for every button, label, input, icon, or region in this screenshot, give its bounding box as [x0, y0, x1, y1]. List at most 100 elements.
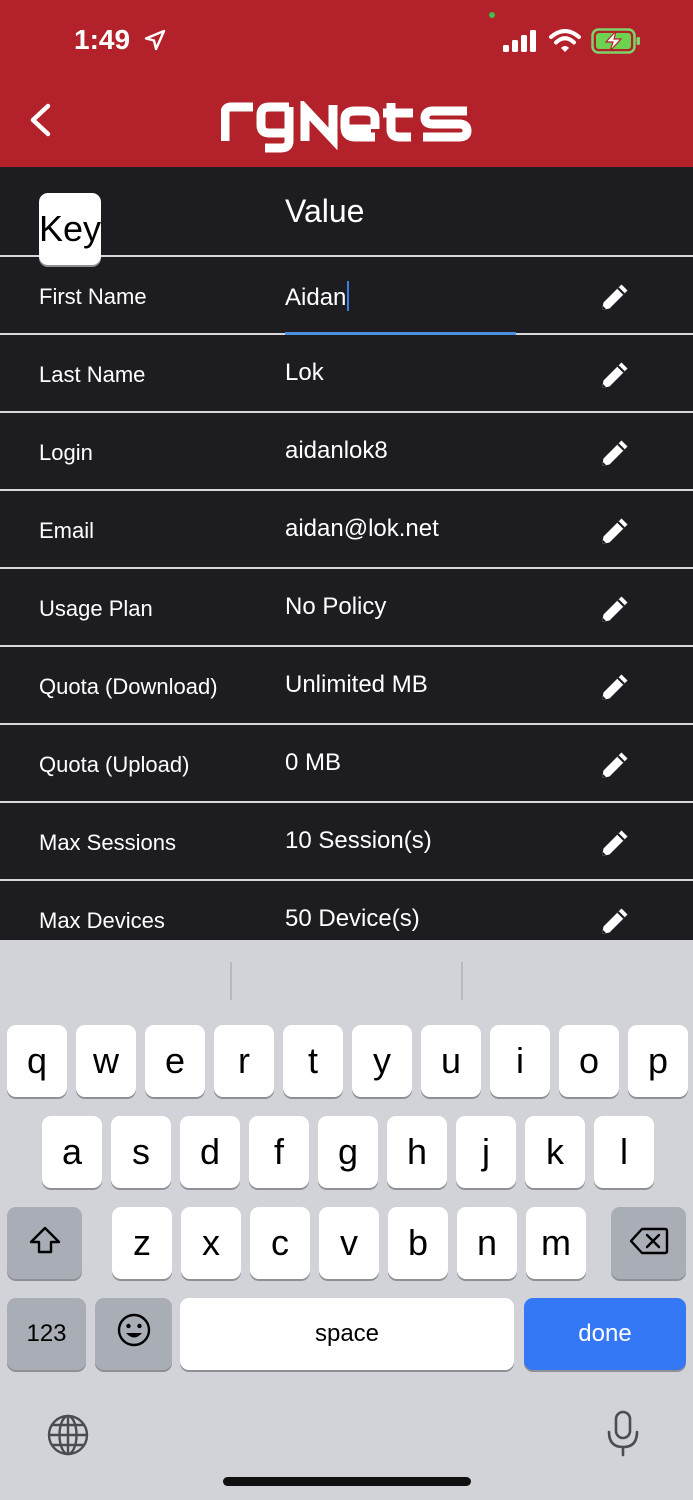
key-t[interactable]: t	[283, 1025, 343, 1097]
key-f[interactable]: f	[249, 1116, 309, 1188]
chevron-left-icon	[28, 103, 52, 142]
location-arrow-icon	[144, 26, 166, 58]
key-i[interactable]: i	[490, 1025, 550, 1097]
shift-key[interactable]	[7, 1207, 82, 1279]
row-value-text: 0 MB	[285, 749, 342, 776]
status-time: 1:49	[74, 24, 166, 58]
key-x[interactable]: x	[181, 1207, 241, 1279]
key-s[interactable]: s	[111, 1116, 171, 1188]
row-key-label: Email	[39, 518, 95, 543]
key-o[interactable]: o	[559, 1025, 619, 1097]
emoji-smiley-icon	[116, 1312, 152, 1357]
row-key-label: Quota (Download)	[39, 674, 218, 699]
key-j[interactable]: j	[456, 1116, 516, 1188]
back-button[interactable]	[20, 100, 60, 144]
key-p[interactable]: p	[628, 1025, 688, 1097]
key-r[interactable]: r	[214, 1025, 274, 1097]
key-v[interactable]: v	[319, 1207, 379, 1279]
cellular-signal-icon	[503, 30, 539, 57]
suggestion-divider	[230, 962, 232, 1000]
edit-pencil-icon[interactable]	[597, 825, 633, 861]
table-row: Quota (Download) Unlimited MB	[0, 647, 693, 725]
row-value: 10 Session(s)	[285, 827, 432, 855]
suggestion-divider	[461, 962, 463, 1000]
row-value-text: No Policy	[285, 593, 387, 620]
key-n[interactable]: n	[457, 1207, 517, 1279]
status-time-text: 1:49	[74, 24, 131, 55]
key-d[interactable]: d	[180, 1116, 240, 1188]
key-e[interactable]: e	[145, 1025, 205, 1097]
value-column-header: Value	[285, 193, 365, 229]
row-value-text: Lok	[285, 359, 324, 386]
key-y[interactable]: y	[352, 1025, 412, 1097]
table-row: Login aidanlok8	[0, 413, 693, 491]
backspace-key[interactable]	[611, 1207, 686, 1279]
privacy-indicator	[489, 12, 495, 18]
microphone-icon[interactable]	[606, 1410, 640, 1463]
key-l[interactable]: l	[594, 1116, 654, 1188]
row-value: 0 MB	[285, 749, 341, 777]
row-key-label: Max Devices	[39, 908, 165, 933]
app-header: 1:49	[0, 0, 693, 167]
key-a[interactable]: a	[42, 1116, 102, 1188]
row-key-label: Usage Plan	[39, 596, 153, 621]
row-key-label: Max Sessions	[39, 830, 176, 855]
table-row: Last Name Lok	[0, 335, 693, 413]
key-b[interactable]: b	[388, 1207, 448, 1279]
done-key[interactable]: done	[524, 1298, 686, 1370]
home-indicator	[223, 1477, 471, 1486]
edit-pencil-icon[interactable]	[597, 591, 633, 627]
key-z[interactable]: z	[112, 1207, 172, 1279]
shift-arrow-icon	[28, 1222, 62, 1264]
row-value: aidanlok8	[285, 437, 388, 465]
key-h[interactable]: h	[387, 1116, 447, 1188]
edit-pencil-icon[interactable]	[597, 903, 633, 939]
row-value-text: 50 Device(s)	[285, 905, 420, 932]
key-m[interactable]: m	[526, 1207, 586, 1279]
delete-backspace-icon	[629, 1222, 669, 1264]
key-q[interactable]: q	[7, 1025, 67, 1097]
table-header: Key Value	[0, 167, 693, 265]
space-key[interactable]: space	[180, 1298, 514, 1370]
edit-pencil-icon[interactable]	[597, 357, 633, 393]
edit-pencil-icon[interactable]	[597, 669, 633, 705]
table-row: Max Sessions 10 Session(s)	[0, 803, 693, 881]
battery-charging-icon	[591, 28, 641, 59]
row-key-label: Quota (Upload)	[39, 752, 190, 777]
rgnets-logo	[220, 97, 473, 153]
table-row: Max Devices 50 Device(s)	[0, 881, 693, 940]
key-w[interactable]: w	[76, 1025, 136, 1097]
row-value-input[interactable]: Aidan	[285, 281, 350, 312]
edit-pencil-icon[interactable]	[597, 747, 633, 783]
emoji-key[interactable]	[95, 1298, 172, 1370]
text-cursor	[347, 281, 350, 311]
row-value: aidan@lok.net	[285, 515, 439, 543]
key-column-header: Key	[39, 193, 102, 265]
row-value: Lok	[285, 359, 324, 387]
status-icons	[503, 28, 641, 59]
wifi-icon	[549, 29, 581, 58]
row-value: Unlimited MB	[285, 671, 428, 699]
edit-pencil-icon[interactable]	[597, 279, 633, 315]
row-value: No Policy	[285, 593, 386, 621]
row-key-label: Last Name	[39, 362, 146, 387]
edit-pencil-icon[interactable]	[597, 513, 633, 549]
row-key-label: Login	[39, 440, 93, 465]
key-u[interactable]: u	[421, 1025, 481, 1097]
on-screen-keyboard: qwertyuiop asdfghjkl zxcvbnm 123 space don…	[0, 940, 693, 1500]
table-row: First Name Aidan	[0, 257, 693, 335]
key-k[interactable]: k	[525, 1116, 585, 1188]
user-attributes-table: Key Value First Name Aidan Last Name Lok Log…	[0, 167, 693, 940]
edit-pencil-icon[interactable]	[597, 435, 633, 471]
key-c[interactable]: c	[250, 1207, 310, 1279]
row-value-text: 10 Session(s)	[285, 827, 432, 854]
row-key-label: First Name	[39, 284, 147, 309]
key-g[interactable]: g	[318, 1116, 378, 1188]
table-row: Email aidan@lok.net	[0, 491, 693, 569]
globe-icon[interactable]	[46, 1413, 90, 1462]
numbers-key[interactable]: 123	[7, 1298, 86, 1370]
row-value-text: aidan@lok.net	[285, 515, 439, 542]
row-value-text: Unlimited MB	[285, 671, 428, 698]
table-row: Usage Plan No Policy	[0, 569, 693, 647]
table-row: Quota (Upload) 0 MB	[0, 725, 693, 803]
